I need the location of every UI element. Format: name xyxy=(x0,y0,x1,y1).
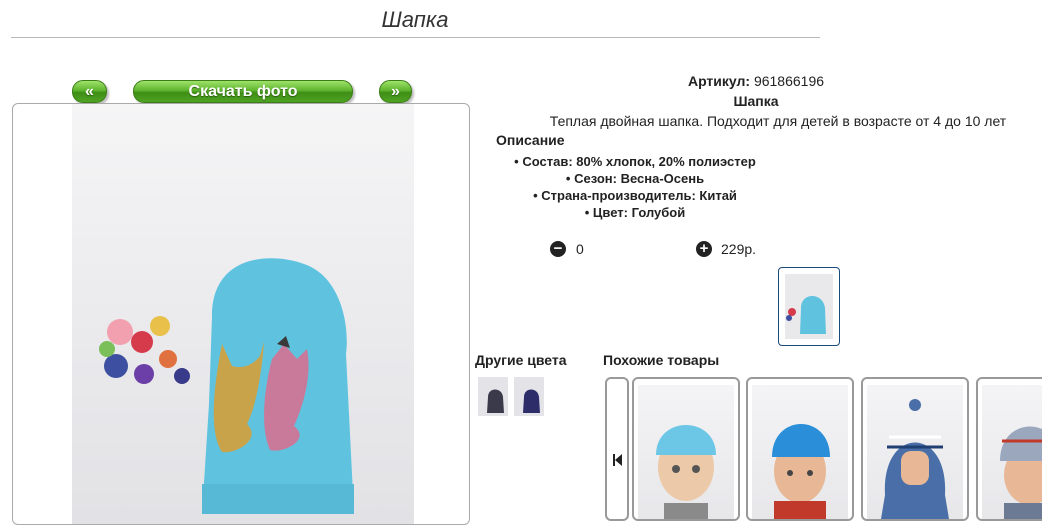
property-item: • Сезон: Весна-Осень xyxy=(565,171,705,186)
main-product-photo xyxy=(72,104,414,524)
property-item: • Страна-производитель: Китай xyxy=(533,188,737,203)
article-label: Артикул: xyxy=(687,73,751,89)
similar-product-image xyxy=(638,385,734,519)
similar-product-image xyxy=(752,385,848,519)
property-item: • Состав: 80% хлопок, 20% полиэстер xyxy=(514,154,756,169)
plus-circle-icon[interactable]: + xyxy=(696,241,712,257)
thumbnail-image xyxy=(785,274,833,339)
title-divider xyxy=(11,37,820,38)
color-variant-thumbnail[interactable] xyxy=(478,377,508,416)
description-heading: Описание xyxy=(496,132,565,148)
similar-product-card[interactable] xyxy=(976,377,1042,521)
minus-circle-icon[interactable]: − xyxy=(550,241,566,257)
product-name: Шапка xyxy=(733,93,779,109)
page-title: Шапка xyxy=(381,7,449,32)
color-variant-image xyxy=(514,377,544,416)
color-variant-thumbnail[interactable] xyxy=(514,377,544,416)
similar-product-image xyxy=(982,385,1042,519)
other-colors-heading: Другие цвета xyxy=(475,352,567,368)
article-row: Артикул: 961866196 xyxy=(470,73,1042,89)
skip-back-icon xyxy=(613,454,622,466)
property-item: • Цвет: Голубой xyxy=(584,205,686,220)
carousel-prev-button[interactable] xyxy=(605,377,629,521)
similar-product-card[interactable] xyxy=(861,377,969,521)
color-variant-image xyxy=(478,377,508,416)
quantity-value: 0 xyxy=(576,241,584,257)
hat-illustration xyxy=(99,258,354,514)
main-photo-frame[interactable] xyxy=(12,103,470,525)
photo-thumbnail[interactable] xyxy=(778,267,840,346)
similar-product-image xyxy=(867,385,963,519)
price-value: 229р. xyxy=(721,241,757,257)
next-photo-button[interactable]: » xyxy=(379,80,412,103)
download-photo-button[interactable]: Скачать фото xyxy=(133,80,353,103)
similar-product-card[interactable] xyxy=(632,377,740,521)
previous-photo-button[interactable]: « xyxy=(72,80,107,103)
product-description: Теплая двойная шапка. Подходит для детей… xyxy=(549,113,1007,129)
article-value: 961866196 xyxy=(753,73,825,89)
similar-product-card[interactable] xyxy=(746,377,854,521)
similar-products-heading: Похожие товары xyxy=(603,352,720,368)
